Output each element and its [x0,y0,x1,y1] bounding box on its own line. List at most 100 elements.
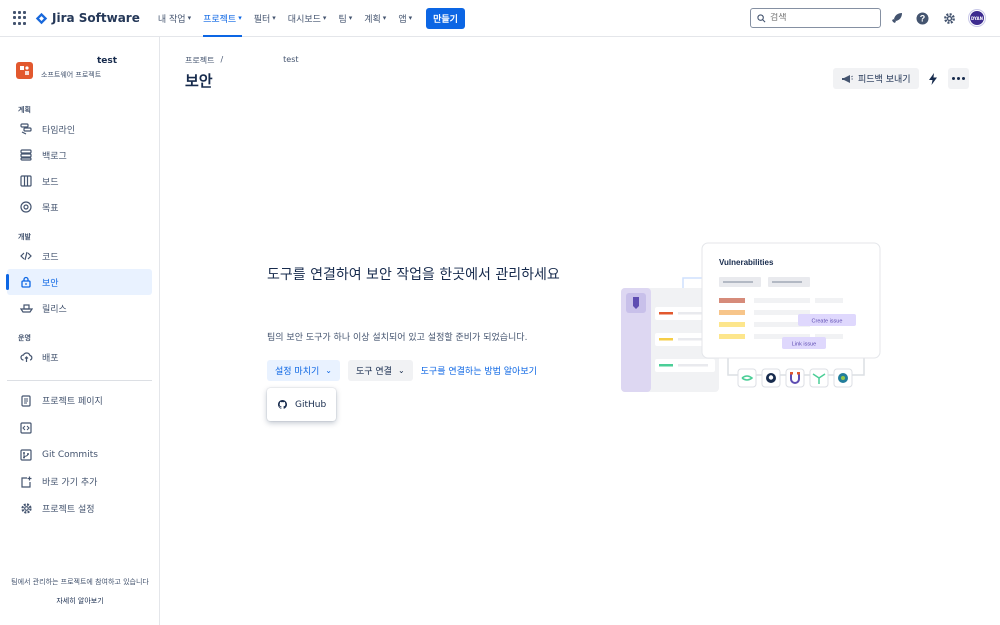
link-issue-label: Link issue [792,342,816,348]
sidebar-item-project-pages[interactable]: 프로젝트 페이지 [7,387,152,414]
page-title: 보안 [185,72,213,90]
sidebar-item-timeline[interactable]: 타임라인 [7,116,152,142]
finish-setup-button[interactable]: 설정 마치기 ⌄ [267,360,340,381]
sidebar-item-label: 보드 [42,177,59,188]
project-avatar [16,62,33,79]
chevron-down-icon: ▾ [187,14,192,22]
sidebar-item-board[interactable]: 보드 [7,168,152,194]
sidebar-item-releases[interactable]: 릴리스 [7,295,152,321]
board-icon [19,174,33,188]
sidebar-item-label: 릴리스 [42,304,67,315]
nav-apps[interactable]: 앱 ▾ [392,0,418,37]
dropdown-item-label: GitHub [295,399,327,410]
project-type: 소프트웨어 프로젝트 [41,71,102,79]
project-name: test [97,56,118,66]
sidebar-item-label: 백로그 [42,151,67,162]
more-actions-icon[interactable] [948,68,969,89]
sidebar-item-label: 프로젝트 설정 [42,505,95,515]
nav-plans[interactable]: 계획 ▾ [358,0,392,37]
breadcrumb: 프로젝트 / test [185,55,299,66]
brand-name: Jira Software [52,11,140,25]
automation-bolt-icon[interactable] [923,68,943,89]
section-operations: 운영 [18,333,31,342]
sidebar-item-git-commits[interactable]: Git Commits [7,441,152,468]
section-development: 개발 [18,232,31,241]
chevron-down-icon: ⌄ [325,366,332,375]
nav-projects[interactable]: 프로젝트 ▾ [197,0,248,37]
jira-diamond-icon [35,12,48,24]
user-avatar[interactable]: DYAN [969,10,985,26]
nav-filters[interactable]: 필터 ▾ [248,0,282,37]
vulnerabilities-title: Vulnerabilities [719,258,774,267]
sidebar-item-label: 보안 [42,278,59,289]
jira-logo[interactable]: Jira Software [35,11,140,25]
top-navigation: Jira Software 내 작업 ▾ 프로젝트 ▾ 필터 ▾ 대시보드 ▾ 팀 ▾ 계… [0,0,1000,37]
lock-icon [19,275,33,289]
chevron-down-icon: ▾ [322,14,327,22]
sidebar-item-label: 바로 가기 추가 [42,478,98,488]
finish-setup-label: 설정 마치기 [275,367,320,377]
chevron-down-icon: ▾ [408,14,413,22]
sidebar-item-code-embed[interactable] [7,414,152,441]
sidebar-item-backlog[interactable]: 백로그 [7,142,152,168]
sidebar-item-label: 목표 [42,203,59,214]
sidebar-divider [7,380,152,381]
sidebar-item-label: 코드 [42,252,59,263]
code-embed-icon [19,421,33,435]
create-button[interactable]: 만들기 [426,7,465,29]
search-icon [757,13,766,22]
security-illustration: Vulnerabilities Create issue Link issue [621,242,881,392]
dropdown-item-github[interactable]: GitHub [267,388,336,421]
sidebar-item-code[interactable]: 코드 [7,243,152,269]
connect-tool-label: 도구 연결 [355,367,392,377]
sidebar-item-security[interactable]: 보안 [6,269,152,295]
team-managed-note: 팀에서 관리하는 프로젝트에 참여하고 있습니다 [11,578,149,586]
breadcrumb-project[interactable]: test [283,55,298,66]
nav-my-work[interactable]: 내 작업 ▾ [152,0,197,37]
search-input[interactable] [770,13,870,23]
action-row: 설정 마치기 ⌄ 도구 연결 ⌄ 도구를 연결하는 방법 알아보기 [267,360,537,381]
megaphone-icon [842,74,853,83]
sidebar-item-add-shortcut[interactable]: 바로 가기 추가 [7,468,152,495]
app-switcher-icon[interactable] [13,11,27,25]
nav-dashboards[interactable]: 대시보드 ▾ [282,0,333,37]
sidebar-item-goals[interactable]: 목표 [7,194,152,220]
project-sidebar: test 소프트웨어 프로젝트 계획 타임라인 백로그 보드 목표 개발 코드 … [0,37,160,625]
tool-icons-row [737,368,853,388]
nav-teams[interactable]: 팀 ▾ [332,0,358,37]
sidebar-item-project-settings[interactable]: 프로젝트 설정 [7,495,152,522]
git-icon [19,448,33,462]
help-icon[interactable]: ? [914,10,930,26]
section-planning: 계획 [18,105,31,114]
feedback-button[interactable]: 피드백 보내기 [833,68,919,89]
learn-connect-link[interactable]: 도구를 연결하는 방법 알아보기 [421,364,537,377]
add-shortcut-icon [19,475,33,489]
page-icon [19,394,33,408]
project-header[interactable]: test 소프트웨어 프로젝트 [0,37,159,97]
search-box[interactable] [750,8,881,28]
learn-more-link[interactable]: 자세히 알아보기 [0,596,160,606]
timeline-icon [19,122,33,136]
empty-state-heading: 도구를 연결하여 보안 작업을 한곳에서 관리하세요 [267,267,560,283]
sidebar-item-label: 프로젝트 페이지 [42,397,103,407]
settings-icon [19,502,33,516]
goals-icon [19,200,33,214]
connect-tool-button[interactable]: 도구 연결 ⌄ [347,360,413,381]
chevron-down-icon: ▾ [382,14,387,22]
notifications-rocket-icon[interactable] [889,10,905,26]
chevron-down-icon: ▾ [272,14,276,22]
code-icon [19,249,33,263]
chevron-down-icon: ⌄ [397,366,405,375]
github-icon [278,400,287,409]
sidebar-item-label: 배포 [42,353,59,364]
svg-text:?: ? [919,13,925,23]
settings-gear-icon[interactable] [941,10,957,26]
breadcrumb-projects[interactable]: 프로젝트 [185,55,214,66]
create-issue-label: Create issue [812,319,843,325]
sidebar-item-label: 타임라인 [42,125,76,136]
main-menu: 내 작업 ▾ 프로젝트 ▾ 필터 ▾ 대시보드 ▾ 팀 ▾ 계획 ▾ 앱 ▾ 만들기 [152,0,465,37]
sidebar-item-deployments[interactable]: 배포 [7,344,152,370]
cloud-upload-icon [19,350,33,364]
chevron-down-icon: ▾ [348,14,353,22]
feedback-label: 피드백 보내기 [858,75,911,85]
